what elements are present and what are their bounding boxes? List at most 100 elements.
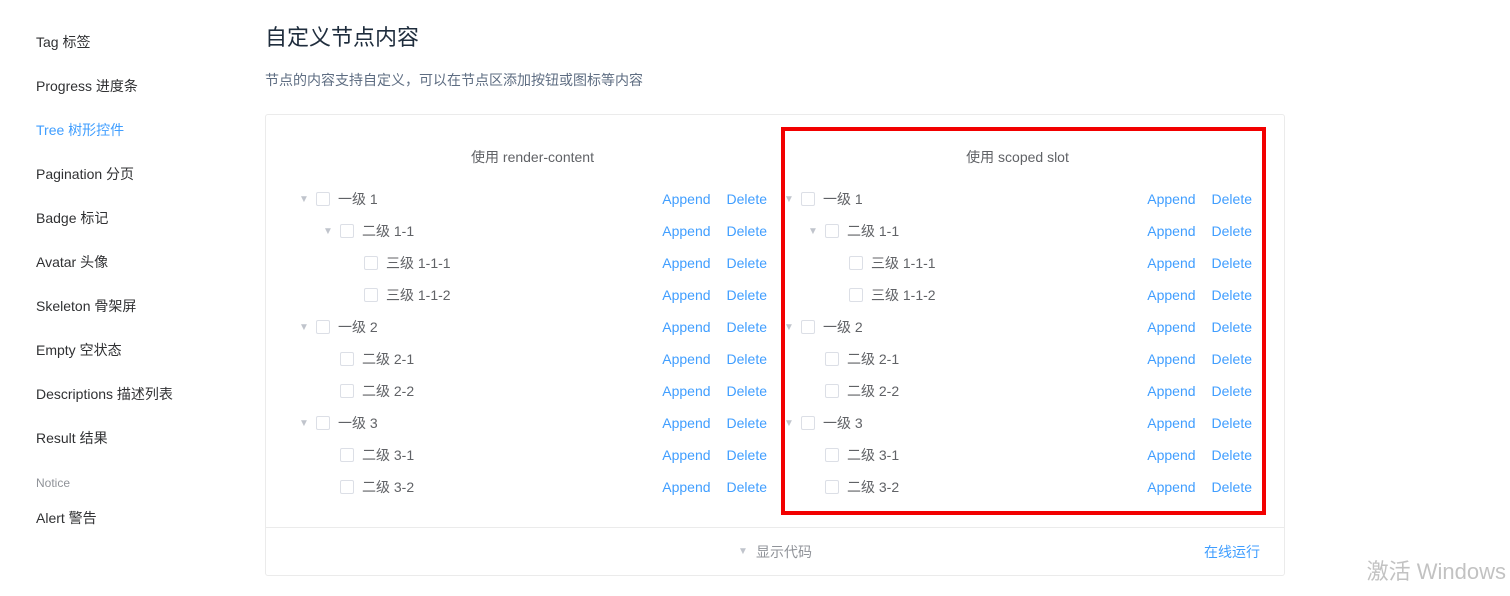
expand-caret-icon[interactable]: ▼: [783, 321, 795, 333]
checkbox[interactable]: [316, 192, 330, 206]
checkbox[interactable]: [849, 256, 863, 270]
delete-button[interactable]: Delete: [1212, 415, 1252, 431]
tree-node[interactable]: ▼三级 1-1-1AppendDelete: [290, 247, 775, 279]
checkbox[interactable]: [825, 224, 839, 238]
tree-node[interactable]: ▼三级 1-1-1AppendDelete: [775, 247, 1260, 279]
checkbox[interactable]: [801, 192, 815, 206]
delete-button[interactable]: Delete: [1212, 447, 1252, 463]
append-button[interactable]: Append: [1147, 287, 1195, 303]
delete-button[interactable]: Delete: [727, 319, 767, 335]
sidebar-item[interactable]: Result 结果: [0, 416, 265, 460]
append-button[interactable]: Append: [662, 479, 710, 495]
tree-node[interactable]: ▼一级 2AppendDelete: [775, 311, 1260, 343]
append-button[interactable]: Append: [1147, 351, 1195, 367]
append-button[interactable]: Append: [662, 191, 710, 207]
checkbox[interactable]: [801, 416, 815, 430]
append-button[interactable]: Append: [1147, 191, 1195, 207]
expand-caret-icon[interactable]: ▼: [783, 193, 795, 205]
sidebar-item[interactable]: Alert 警告: [0, 496, 265, 540]
sidebar-item[interactable]: Progress 进度条: [0, 64, 265, 108]
checkbox[interactable]: [316, 320, 330, 334]
expand-caret-icon[interactable]: ▼: [322, 225, 334, 237]
expand-caret-icon[interactable]: ▼: [298, 417, 310, 429]
expand-caret-icon[interactable]: ▼: [298, 321, 310, 333]
checkbox[interactable]: [340, 448, 354, 462]
checkbox[interactable]: [364, 288, 378, 302]
tree-node[interactable]: ▼一级 1AppendDelete: [290, 183, 775, 215]
tree-node[interactable]: ▼一级 2AppendDelete: [290, 311, 775, 343]
checkbox[interactable]: [825, 448, 839, 462]
sidebar-item[interactable]: Skeleton 骨架屏: [0, 284, 265, 328]
checkbox[interactable]: [801, 320, 815, 334]
delete-button[interactable]: Delete: [1212, 479, 1252, 495]
delete-button[interactable]: Delete: [727, 191, 767, 207]
checkbox[interactable]: [340, 352, 354, 366]
append-button[interactable]: Append: [662, 223, 710, 239]
tree-node[interactable]: ▼三级 1-1-2AppendDelete: [290, 279, 775, 311]
append-button[interactable]: Append: [662, 319, 710, 335]
append-button[interactable]: Append: [1147, 255, 1195, 271]
append-button[interactable]: Append: [662, 287, 710, 303]
delete-button[interactable]: Delete: [727, 255, 767, 271]
checkbox[interactable]: [340, 480, 354, 494]
expand-caret-icon[interactable]: ▼: [298, 193, 310, 205]
tree-node[interactable]: ▼二级 3-2AppendDelete: [290, 471, 775, 503]
delete-button[interactable]: Delete: [727, 383, 767, 399]
sidebar-item[interactable]: Descriptions 描述列表: [0, 372, 265, 416]
tree-node[interactable]: ▼二级 1-1AppendDelete: [775, 215, 1260, 247]
tree-node[interactable]: ▼一级 3AppendDelete: [775, 407, 1260, 439]
delete-button[interactable]: Delete: [727, 415, 767, 431]
tree-node[interactable]: ▼二级 1-1AppendDelete: [290, 215, 775, 247]
append-button[interactable]: Append: [1147, 479, 1195, 495]
append-button[interactable]: Append: [662, 447, 710, 463]
sidebar-item[interactable]: Empty 空状态: [0, 328, 265, 372]
append-button[interactable]: Append: [1147, 447, 1195, 463]
checkbox[interactable]: [340, 384, 354, 398]
sidebar-item[interactable]: Tag 标签: [0, 20, 265, 64]
delete-button[interactable]: Delete: [727, 479, 767, 495]
tree-node[interactable]: ▼二级 2-1AppendDelete: [290, 343, 775, 375]
checkbox[interactable]: [340, 224, 354, 238]
tree-node[interactable]: ▼二级 3-1AppendDelete: [290, 439, 775, 471]
append-button[interactable]: Append: [662, 255, 710, 271]
sidebar-item[interactable]: Avatar 头像: [0, 240, 265, 284]
delete-button[interactable]: Delete: [727, 447, 767, 463]
append-button[interactable]: Append: [662, 415, 710, 431]
append-button[interactable]: Append: [1147, 383, 1195, 399]
online-run-link[interactable]: 在线运行: [1204, 542, 1260, 562]
delete-button[interactable]: Delete: [1212, 223, 1252, 239]
checkbox[interactable]: [825, 384, 839, 398]
delete-button[interactable]: Delete: [1212, 383, 1252, 399]
tree-node[interactable]: ▼二级 2-2AppendDelete: [290, 375, 775, 407]
checkbox[interactable]: [364, 256, 378, 270]
tree-node[interactable]: ▼一级 1AppendDelete: [775, 183, 1260, 215]
tree-node[interactable]: ▼二级 2-1AppendDelete: [775, 343, 1260, 375]
tree-node[interactable]: ▼一级 3AppendDelete: [290, 407, 775, 439]
delete-button[interactable]: Delete: [1212, 351, 1252, 367]
tree-node[interactable]: ▼三级 1-1-2AppendDelete: [775, 279, 1260, 311]
checkbox[interactable]: [825, 480, 839, 494]
delete-button[interactable]: Delete: [1212, 287, 1252, 303]
checkbox[interactable]: [825, 352, 839, 366]
expand-caret-icon[interactable]: ▼: [807, 225, 819, 237]
delete-button[interactable]: Delete: [727, 351, 767, 367]
tree-node[interactable]: ▼二级 3-1AppendDelete: [775, 439, 1260, 471]
tree-node[interactable]: ▼二级 2-2AppendDelete: [775, 375, 1260, 407]
append-button[interactable]: Append: [1147, 319, 1195, 335]
delete-button[interactable]: Delete: [1212, 191, 1252, 207]
sidebar-item[interactable]: Badge 标记: [0, 196, 265, 240]
append-button[interactable]: Append: [662, 351, 710, 367]
append-button[interactable]: Append: [1147, 415, 1195, 431]
delete-button[interactable]: Delete: [1212, 255, 1252, 271]
expand-caret-icon[interactable]: ▼: [783, 417, 795, 429]
demo-footer[interactable]: ▼ 显示代码 在线运行: [266, 527, 1284, 575]
append-button[interactable]: Append: [1147, 223, 1195, 239]
checkbox[interactable]: [316, 416, 330, 430]
checkbox[interactable]: [849, 288, 863, 302]
delete-button[interactable]: Delete: [727, 223, 767, 239]
delete-button[interactable]: Delete: [1212, 319, 1252, 335]
append-button[interactable]: Append: [662, 383, 710, 399]
sidebar-item[interactable]: Tree 树形控件: [0, 108, 265, 152]
tree-node[interactable]: ▼二级 3-2AppendDelete: [775, 471, 1260, 503]
delete-button[interactable]: Delete: [727, 287, 767, 303]
